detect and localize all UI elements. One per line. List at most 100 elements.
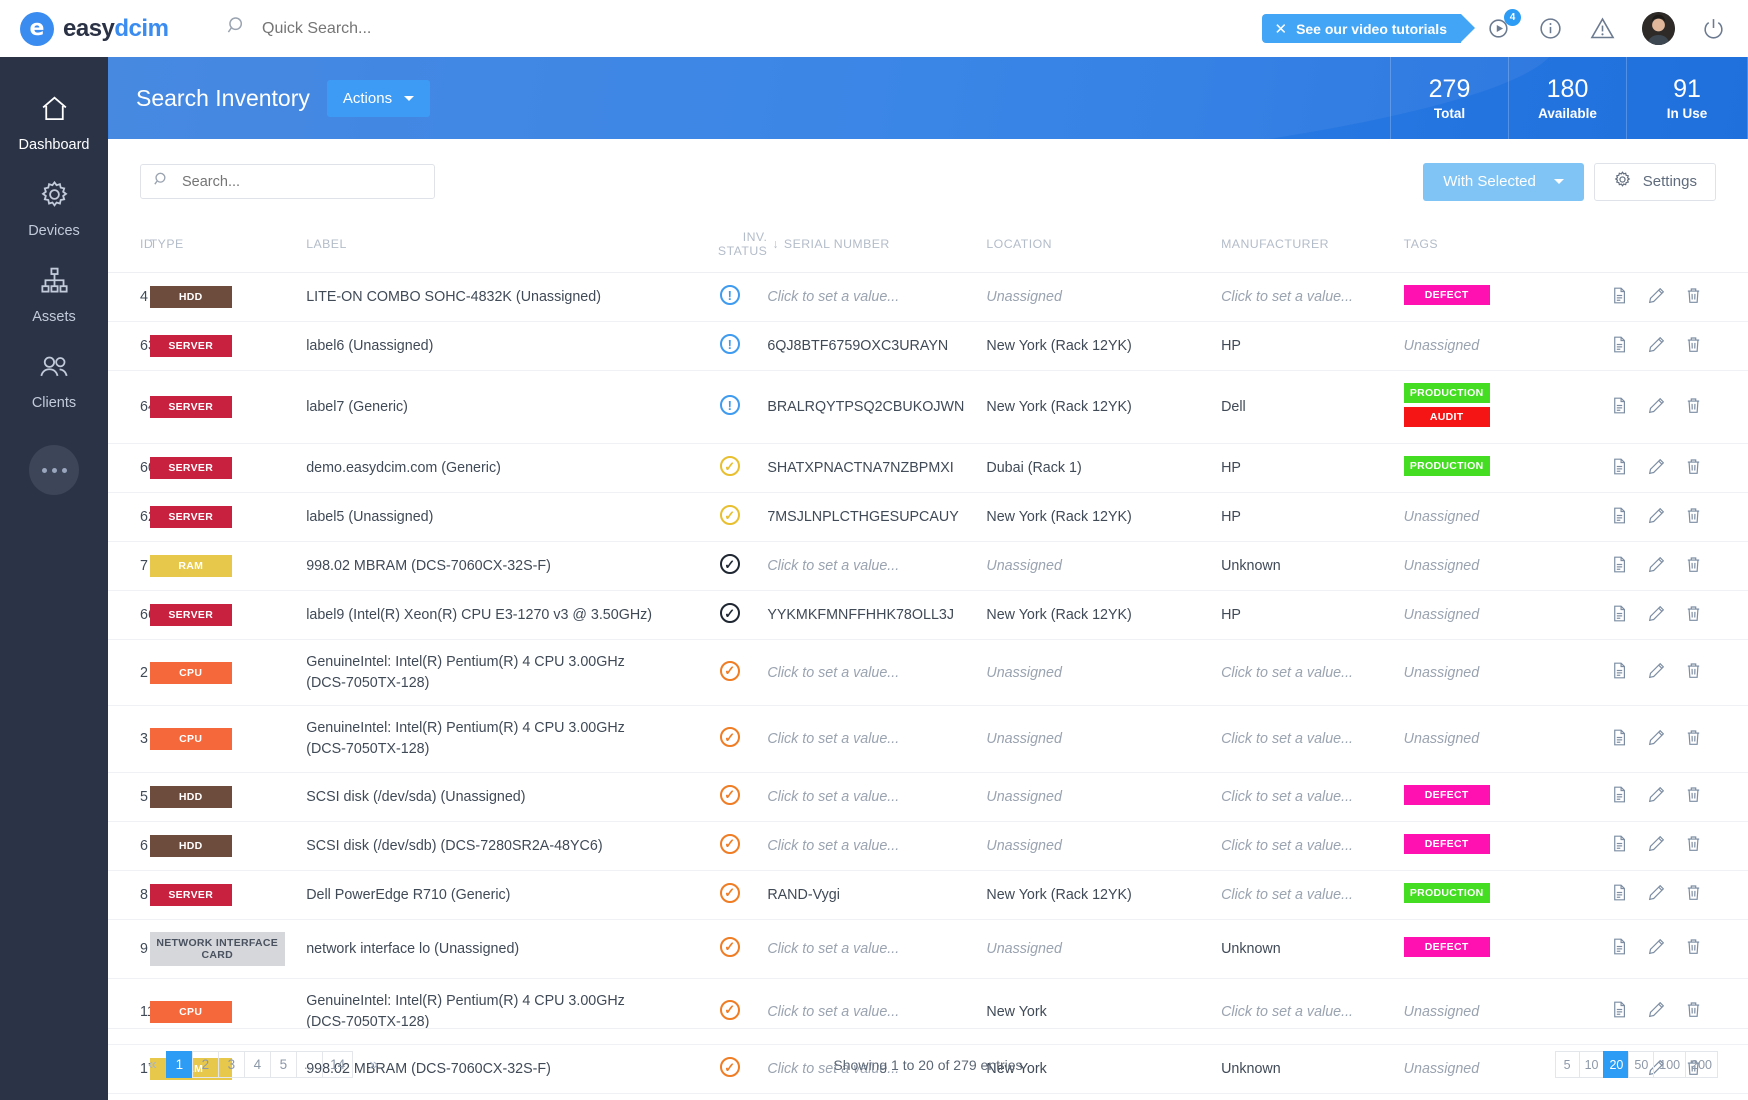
cell-label[interactable]: 998.02 MBRAM (DCS-7060CX-32S-F): [306, 542, 692, 591]
cell-manufacturer-placeholder[interactable]: Click to set a value...: [1221, 887, 1353, 903]
cell-tags-placeholder[interactable]: Unassigned: [1404, 607, 1480, 623]
cell-serial-placeholder[interactable]: Click to set a value...: [767, 1004, 899, 1020]
tag-badge[interactable]: PRODUCTION: [1404, 883, 1490, 903]
column-header-location[interactable]: LOCATION: [986, 224, 1221, 273]
cell-serial-placeholder[interactable]: Click to set a value...: [767, 289, 899, 305]
sidebar-item-assets[interactable]: Assets: [0, 251, 108, 337]
table-row[interactable]: 63SERVERlabel6 (Unassigned)!6QJ8BTF6759O…: [108, 322, 1748, 371]
details-icon[interactable]: [1610, 506, 1629, 529]
quick-search[interactable]: [226, 15, 602, 42]
status-verified-icon[interactable]: ✓: [720, 603, 740, 623]
edit-icon[interactable]: [1647, 661, 1666, 684]
page-length-option[interactable]: 10: [1579, 1051, 1605, 1078]
table-row[interactable]: 4HDDLITE-ON COMBO SOHC-4832K (Unassigned…: [108, 273, 1748, 322]
pagination-page[interactable]: 14: [322, 1051, 353, 1078]
status-info-icon[interactable]: !: [720, 395, 740, 415]
close-icon[interactable]: ✕: [1274, 20, 1287, 38]
details-icon[interactable]: [1610, 728, 1629, 751]
status-ok-icon[interactable]: ✓: [720, 727, 740, 747]
type-badge[interactable]: SERVER: [150, 506, 232, 528]
pagination-last[interactable]: »: [359, 1056, 388, 1074]
delete-icon[interactable]: [1684, 396, 1703, 419]
cell-tags-placeholder[interactable]: Unassigned: [1404, 1004, 1480, 1020]
page-length-option[interactable]: 20: [1603, 1051, 1629, 1078]
cell-manufacturer-placeholder[interactable]: Click to set a value...: [1221, 1004, 1353, 1020]
pagination-page[interactable]: 1: [166, 1051, 193, 1078]
tag-badge[interactable]: DEFECT: [1404, 834, 1490, 854]
edit-icon[interactable]: [1647, 937, 1666, 960]
sidebar-more-button[interactable]: [29, 445, 79, 495]
tag-badge[interactable]: PRODUCTION: [1404, 456, 1490, 476]
table-row[interactable]: 9NETWORK INTERFACE CARDnetwork interface…: [108, 919, 1748, 978]
delete-icon[interactable]: [1684, 937, 1703, 960]
sidebar-item-dashboard[interactable]: Dashboard: [0, 79, 108, 165]
edit-icon[interactable]: [1647, 457, 1666, 480]
cell-tags-placeholder[interactable]: Unassigned: [1404, 338, 1480, 354]
type-badge[interactable]: SERVER: [150, 335, 232, 357]
search-field[interactable]: [182, 174, 412, 190]
tag-badge[interactable]: DEFECT: [1404, 937, 1490, 957]
table-row[interactable]: 2CPUGenuineIntel: Intel(R) Pentium(R) 4 …: [108, 640, 1748, 706]
status-ok-icon[interactable]: ✓: [720, 785, 740, 805]
power-logout-button[interactable]: [1701, 16, 1726, 41]
delete-icon[interactable]: [1684, 883, 1703, 906]
edit-icon[interactable]: [1647, 555, 1666, 578]
page-length-option[interactable]: 100: [1653, 1051, 1686, 1078]
delete-icon[interactable]: [1684, 506, 1703, 529]
edit-icon[interactable]: [1647, 1000, 1666, 1023]
settings-button[interactable]: Settings: [1594, 163, 1716, 201]
edit-icon[interactable]: [1647, 396, 1666, 419]
details-icon[interactable]: [1610, 604, 1629, 627]
tag-badge[interactable]: AUDIT: [1404, 407, 1490, 427]
delete-icon[interactable]: [1684, 834, 1703, 857]
cell-label[interactable]: demo.easydcim.com (Generic): [306, 444, 692, 493]
type-badge[interactable]: CPU: [150, 728, 232, 750]
cell-label[interactable]: GenuineIntel: Intel(R) Pentium(R) 4 CPU …: [306, 706, 692, 772]
details-icon[interactable]: [1610, 661, 1629, 684]
cell-label[interactable]: network interface lo (Unassigned): [306, 919, 692, 978]
cell-label[interactable]: label5 (Unassigned): [306, 493, 692, 542]
delete-icon[interactable]: [1684, 785, 1703, 808]
video-tutorials-pill[interactable]: ✕ See our video tutorials: [1262, 14, 1461, 43]
edit-icon[interactable]: [1647, 604, 1666, 627]
delete-icon[interactable]: [1684, 661, 1703, 684]
type-badge[interactable]: SERVER: [150, 457, 232, 479]
column-header-manufacturer[interactable]: MANUFACTURER: [1221, 224, 1404, 273]
type-badge[interactable]: SERVER: [150, 396, 232, 418]
table-row[interactable]: 66SERVERlabel9 (Intel(R) Xeon(R) CPU E3-…: [108, 591, 1748, 640]
info-button[interactable]: [1538, 16, 1563, 41]
avatar[interactable]: [1642, 12, 1675, 45]
cell-label[interactable]: label9 (Intel(R) Xeon(R) CPU E3-1270 v3 …: [306, 591, 692, 640]
edit-icon[interactable]: [1647, 785, 1666, 808]
cell-label[interactable]: label6 (Unassigned): [306, 322, 692, 371]
cell-tags-placeholder[interactable]: Unassigned: [1404, 665, 1480, 681]
type-badge[interactable]: HDD: [150, 835, 232, 857]
cell-manufacturer-placeholder[interactable]: Click to set a value...: [1221, 289, 1353, 305]
table-row[interactable]: 3CPUGenuineIntel: Intel(R) Pentium(R) 4 …: [108, 706, 1748, 772]
status-ok-icon[interactable]: ✓: [720, 937, 740, 957]
type-badge[interactable]: SERVER: [150, 604, 232, 626]
cell-label[interactable]: SCSI disk (/dev/sdb) (DCS-7280SR2A-48YC6…: [306, 821, 692, 870]
table-row[interactable]: 7RAM998.02 MBRAM (DCS-7060CX-32S-F)✓Clic…: [108, 542, 1748, 591]
cell-serial-placeholder[interactable]: Click to set a value...: [767, 558, 899, 574]
table-row[interactable]: 64SERVERlabel7 (Generic)!BRALRQYTPSQ2CBU…: [108, 371, 1748, 444]
cell-location-placeholder[interactable]: Unassigned: [986, 941, 1062, 957]
edit-icon[interactable]: [1647, 728, 1666, 751]
edit-icon[interactable]: [1647, 883, 1666, 906]
pagination-first[interactable]: «: [138, 1056, 167, 1074]
details-icon[interactable]: [1610, 937, 1629, 960]
type-badge[interactable]: CPU: [150, 1001, 232, 1023]
delete-icon[interactable]: [1684, 555, 1703, 578]
tag-badge[interactable]: PRODUCTION: [1404, 383, 1490, 403]
cell-location-placeholder[interactable]: Unassigned: [986, 665, 1062, 681]
warning-button[interactable]: [1589, 15, 1616, 42]
cell-location-placeholder[interactable]: Unassigned: [986, 558, 1062, 574]
edit-icon[interactable]: [1647, 286, 1666, 309]
details-icon[interactable]: [1610, 1000, 1629, 1023]
delete-icon[interactable]: [1684, 457, 1703, 480]
pagination-page[interactable]: 3: [218, 1051, 245, 1078]
tag-badge[interactable]: DEFECT: [1404, 285, 1490, 305]
details-icon[interactable]: [1610, 555, 1629, 578]
cell-serial-placeholder[interactable]: Click to set a value...: [767, 941, 899, 957]
tag-badge[interactable]: DEFECT: [1404, 785, 1490, 805]
